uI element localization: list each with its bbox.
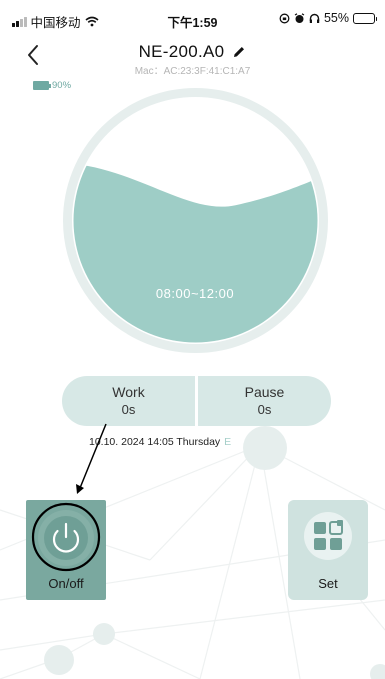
battery-percent: 55%	[323, 11, 349, 25]
work-value: 0s	[121, 402, 136, 417]
water-level-gauge	[63, 88, 328, 353]
work-label: Work	[112, 384, 145, 400]
device-battery-icon	[33, 81, 51, 90]
datetime-tail: E	[224, 436, 232, 448]
power-icon	[38, 510, 94, 566]
datetime-text: 10.10. 2024 14:05 Thursday	[89, 436, 221, 448]
set-button[interactable]: Set	[288, 500, 368, 600]
status-bar-right: 55%	[279, 11, 377, 25]
device-title: NE-200.A0	[138, 42, 225, 61]
status-bar: 中国移动 下午1:59 55%	[0, 0, 385, 38]
mac-address: Mac：AC:23:3F:41:C1:A7	[134, 66, 251, 77]
headphones-icon	[309, 13, 320, 23]
pencil-icon	[234, 47, 245, 57]
alarm-icon	[294, 12, 305, 23]
orientation-lock-icon	[279, 13, 290, 23]
onoff-button[interactable]: On/off	[26, 500, 106, 600]
datetime-line: 10.10. 2024 14:05 Thursday E	[89, 436, 231, 448]
pause-stat: Pause 0s	[198, 376, 331, 426]
work-stat: Work 0s	[62, 376, 195, 426]
pause-label: Pause	[244, 384, 285, 400]
settings-grid-icon	[304, 512, 352, 560]
gauge-time-range: 08:00~12:00	[155, 286, 235, 301]
pause-value: 0s	[257, 402, 272, 417]
set-label: Set	[318, 576, 338, 591]
onoff-label: On/off	[48, 576, 84, 591]
title-row: NE-200.A0	[0, 42, 385, 64]
phone-battery-icon	[353, 12, 377, 24]
